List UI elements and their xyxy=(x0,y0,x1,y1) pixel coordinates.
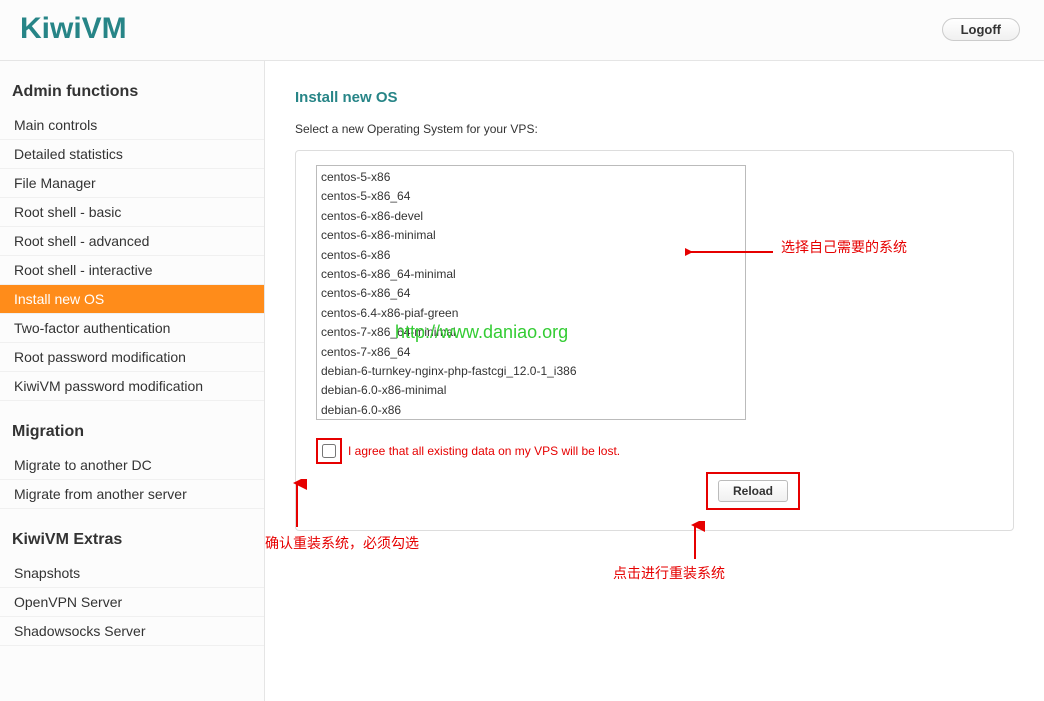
agree-checkbox-highlight xyxy=(316,438,342,464)
annotation-confirm-checkbox: 确认重装系统，必须勾选 xyxy=(265,533,419,553)
os-option[interactable]: debian-6.0-x86 xyxy=(317,401,745,420)
os-option[interactable]: debian-6-turnkey-nginx-php-fastcgi_12.0-… xyxy=(317,362,745,381)
os-option[interactable]: centos-7-x86_64 xyxy=(317,343,745,362)
os-option[interactable]: centos-6-x86_64 xyxy=(317,284,745,303)
page-subtitle: Select a new Operating System for your V… xyxy=(295,122,1014,136)
page-title: Install new OS xyxy=(295,89,1014,106)
sidebar-item[interactable]: Root shell - interactive xyxy=(0,256,264,285)
annotation-click-reinstall: 点击进行重装系统 xyxy=(613,563,725,583)
os-option[interactable]: centos-6-x86 xyxy=(317,246,745,265)
os-select-list[interactable]: centos-5-x86centos-5-x86_64centos-6-x86-… xyxy=(316,165,746,420)
sidebar-item[interactable]: Root shell - basic xyxy=(0,198,264,227)
os-option[interactable]: centos-5-x86_64 xyxy=(317,187,745,206)
content-area: Install new OS Select a new Operating Sy… xyxy=(265,61,1044,701)
os-option[interactable]: debian-6.0-x86-minimal xyxy=(317,381,745,400)
sidebar-section-title: KiwiVM Extras xyxy=(0,509,264,559)
sidebar-section-title: Admin functions xyxy=(0,61,264,111)
os-option[interactable]: centos-7-x86_64-minimal xyxy=(317,323,745,342)
sidebar-item[interactable]: Root shell - advanced xyxy=(0,227,264,256)
agree-row: I agree that all existing data on my VPS… xyxy=(316,438,993,464)
reload-button[interactable]: Reload xyxy=(718,480,788,502)
sidebar-item[interactable]: KiwiVM password modification xyxy=(0,372,264,401)
os-option[interactable]: centos-6-x86-devel xyxy=(317,207,745,226)
sidebar-item[interactable]: Migrate to another DC xyxy=(0,451,264,480)
os-option[interactable]: centos-6-x86_64-minimal xyxy=(317,265,745,284)
sidebar-item[interactable]: Shadowsocks Server xyxy=(0,617,264,646)
os-option[interactable]: centos-6-x86-minimal xyxy=(317,226,745,245)
sidebar-item[interactable]: Snapshots xyxy=(0,559,264,588)
sidebar: Admin functionsMain controlsDetailed sta… xyxy=(0,61,265,701)
agree-label: I agree that all existing data on my VPS… xyxy=(348,444,620,458)
sidebar-item[interactable]: Detailed statistics xyxy=(0,140,264,169)
header-bar: KiwiVM Logoff xyxy=(0,0,1044,61)
os-install-panel: centos-5-x86centos-5-x86_64centos-6-x86-… xyxy=(295,150,1014,531)
sidebar-item[interactable]: OpenVPN Server xyxy=(0,588,264,617)
sidebar-item[interactable]: Root password modification xyxy=(0,343,264,372)
os-option[interactable]: centos-5-x86 xyxy=(317,168,745,187)
logoff-button[interactable]: Logoff xyxy=(942,18,1020,41)
sidebar-item[interactable]: Install new OS xyxy=(0,285,264,314)
agree-checkbox[interactable] xyxy=(322,444,336,458)
sidebar-section-title: Migration xyxy=(0,401,264,451)
sidebar-item[interactable]: Migrate from another server xyxy=(0,480,264,509)
sidebar-item[interactable]: Main controls xyxy=(0,111,264,140)
reload-row: Reload xyxy=(316,472,993,510)
sidebar-item[interactable]: File Manager xyxy=(0,169,264,198)
reload-button-highlight: Reload xyxy=(706,472,800,510)
os-option[interactable]: centos-6.4-x86-piaf-green xyxy=(317,304,745,323)
sidebar-item[interactable]: Two-factor authentication xyxy=(0,314,264,343)
app-logo: KiwiVM xyxy=(20,12,127,46)
